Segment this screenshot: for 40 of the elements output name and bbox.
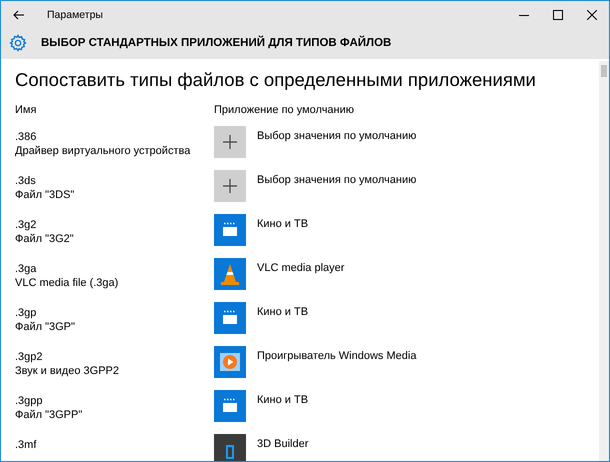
page-title: ВЫБОР СТАНДАРТНЫХ ПРИЛОЖЕНИЙ ДЛЯ ТИПОВ ФАЙЛОВ (41, 37, 392, 49)
maximize-icon (553, 10, 563, 20)
file-extension: .386 (15, 130, 38, 144)
file-type-description: Файл "3G2" (15, 232, 75, 246)
column-header: Имя (15, 104, 38, 116)
play-icon (214, 346, 246, 378)
file-type-description: VLC media file (.3ga) (15, 276, 120, 290)
file-extension: .3mf (15, 438, 38, 452)
default-app-button[interactable]: VLC media player (214, 258, 599, 302)
file-extension: .3gp (15, 306, 38, 320)
scrollbar[interactable] (599, 61, 609, 461)
window-title: Параметры (47, 9, 104, 21)
file-type-description: Звук и видео 3GPP2 (15, 364, 120, 378)
clapperboard-icon (214, 302, 246, 334)
file-type-description: Файл "3GP" (15, 320, 76, 334)
back-arrow-icon (13, 10, 25, 20)
plus-icon (214, 126, 246, 158)
section-heading: Сопоставить типы файлов с определенными приложениями (15, 69, 537, 91)
default-app-button[interactable]: 3D Builder (214, 434, 599, 461)
file-extension: .3ga (15, 262, 38, 276)
close-icon (587, 10, 597, 20)
file-type-description: Драйвер виртуального устройства (15, 144, 192, 158)
default-app-button[interactable]: Кино и ТВ (214, 302, 599, 346)
column-header: Приложение по умолчанию (214, 104, 356, 116)
default-app-button[interactable]: Кино и ТВ (214, 214, 599, 258)
settings-icon (9, 34, 27, 52)
traffic-cone-icon (214, 258, 246, 290)
default-app-button[interactable]: Выбор значения по умолчанию (214, 126, 599, 170)
file-type-description: Файл "3GPP" (15, 408, 84, 422)
file-extension: .3gpp (15, 394, 44, 408)
file-extension: .3g2 (15, 218, 38, 232)
clapperboard-icon (214, 214, 246, 246)
file-extension: .3ds (15, 174, 37, 188)
default-app-button[interactable]: Выбор значения по умолчанию (214, 170, 599, 214)
default-app-button[interactable]: Кино и ТВ (214, 390, 599, 434)
default-app-button[interactable]: Проигрыватель Windows Media (214, 346, 599, 390)
clapperboard-icon (214, 390, 246, 422)
file-type-description: Файл "3DS" (15, 188, 76, 202)
plus-icon (214, 170, 246, 202)
file-extension: .3gp2 (15, 350, 44, 364)
